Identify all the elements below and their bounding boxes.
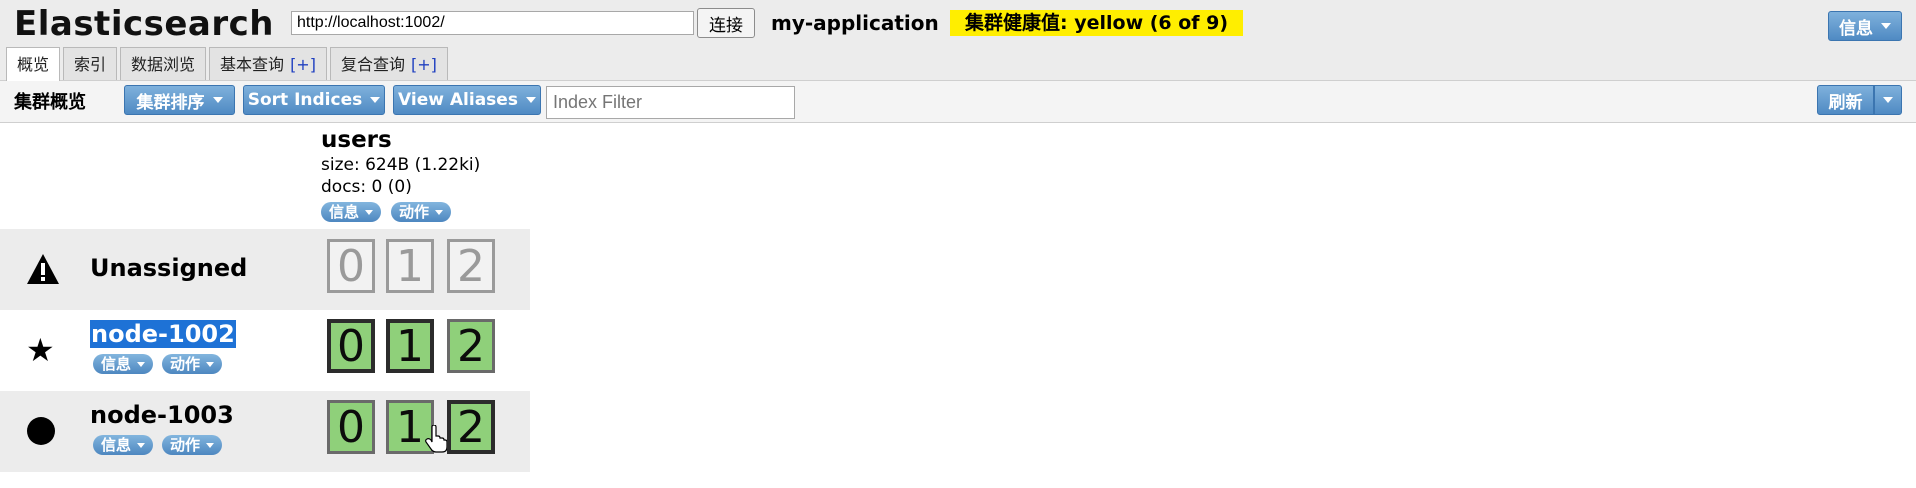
index-name: users: [321, 127, 392, 153]
refresh-button[interactable]: 刷新: [1817, 85, 1874, 115]
view-aliases-button[interactable]: View Aliases: [393, 85, 541, 115]
shard-1[interactable]: 1: [386, 319, 434, 373]
index-docs: docs: 0 (0): [321, 177, 412, 197]
warning-icon: [27, 254, 59, 284]
brand-title: Elasticsearch: [14, 4, 274, 44]
circle-icon: [27, 417, 55, 445]
add-tab-link[interactable]: [+]: [411, 55, 437, 74]
star-icon: ★: [26, 331, 55, 369]
chevron-down-icon: [370, 97, 381, 103]
tab-overview[interactable]: 概览: [6, 47, 61, 81]
index-column-header: users size: 624B (1.22ki) docs: 0 (0) 信息…: [321, 126, 480, 222]
button-label: Sort Indices: [247, 90, 363, 110]
node-name: Unassigned: [90, 254, 248, 282]
sort-cluster-button[interactable]: 集群排序: [124, 85, 235, 115]
button-label: 动作: [399, 203, 430, 221]
shard-0[interactable]: 0: [327, 319, 375, 373]
button-label: View Aliases: [398, 90, 518, 110]
index-info-button[interactable]: 信息: [321, 202, 382, 222]
button-label: 信息: [101, 436, 132, 454]
hand-cursor-icon: [425, 425, 447, 453]
chevron-down-icon: [206, 442, 215, 448]
button-label: 信息: [329, 203, 360, 221]
toolbar-title: 集群概览: [14, 92, 86, 113]
unassigned-row: Unassigned 0 1 2: [0, 229, 530, 310]
button-label: 信息: [101, 355, 132, 373]
tab-compound-query[interactable]: 复合查询 [+]: [329, 47, 448, 80]
sort-indices-button[interactable]: Sort Indices: [243, 85, 385, 115]
index-action-button[interactable]: 动作: [391, 202, 452, 222]
main-tabs: 概览 索引 数据浏览 基本查询 [+] 复合查询 [+]: [6, 47, 448, 81]
overview-toolbar: 集群概览 集群排序 Sort Indices View Aliases 刷新: [0, 81, 1916, 123]
button-label: 动作: [170, 355, 201, 373]
node-action-button[interactable]: 动作: [162, 354, 223, 374]
button-label: 集群排序: [136, 92, 205, 113]
shard-1[interactable]: 1: [386, 239, 434, 293]
tab-browser[interactable]: 数据浏览: [120, 47, 207, 80]
node-row: node-1003 信息 动作 0 1 2: [0, 391, 530, 472]
tab-label: 数据浏览: [131, 55, 196, 74]
chevron-down-icon: [525, 97, 536, 103]
cluster-url-input[interactable]: [291, 11, 694, 35]
chevron-down-icon: [435, 209, 444, 215]
node-name[interactable]: node-1002: [90, 320, 236, 348]
node-info-button[interactable]: 信息: [93, 354, 154, 374]
chevron-down-icon: [1883, 97, 1893, 103]
header-info-label: 信息: [1839, 18, 1873, 39]
tab-indices[interactable]: 索引: [63, 47, 118, 80]
cluster-name: my-application: [771, 11, 939, 35]
chevron-down-icon: [137, 442, 146, 448]
tab-label: 索引: [74, 55, 107, 74]
shard-2[interactable]: 2: [447, 400, 495, 454]
tab-label: 基本查询: [220, 55, 285, 74]
shard-2[interactable]: 2: [447, 239, 495, 293]
node-action-button[interactable]: 动作: [162, 435, 223, 455]
chevron-down-icon: [206, 361, 215, 367]
connect-button[interactable]: 连接: [697, 8, 755, 38]
node-name[interactable]: node-1003: [90, 401, 234, 429]
refresh-options-button[interactable]: [1874, 85, 1902, 115]
index-filter-input[interactable]: [546, 86, 795, 119]
add-tab-link[interactable]: [+]: [290, 55, 316, 74]
app-header: Elasticsearch 连接 my-application 集群健康值: y…: [0, 0, 1916, 81]
chevron-down-icon: [365, 209, 374, 215]
tab-basic-query[interactable]: 基本查询 [+]: [209, 47, 327, 80]
chevron-down-icon: [1881, 23, 1891, 29]
header-info-button[interactable]: 信息: [1828, 11, 1902, 41]
button-label: 动作: [170, 436, 201, 454]
node-row: ★ node-1002 信息 动作 0 1 2: [0, 310, 530, 391]
node-info-button[interactable]: 信息: [93, 435, 154, 455]
shard-0[interactable]: 0: [327, 239, 375, 293]
index-size: size: 624B (1.22ki): [321, 155, 481, 175]
tab-label: 复合查询: [340, 55, 405, 74]
chevron-down-icon: [212, 97, 223, 103]
cluster-health-badge: 集群健康值: yellow (6 of 9): [950, 10, 1244, 36]
tab-label: 概览: [17, 55, 50, 74]
chevron-down-icon: [137, 361, 146, 367]
shard-0[interactable]: 0: [327, 400, 375, 454]
shard-2[interactable]: 2: [447, 319, 495, 373]
